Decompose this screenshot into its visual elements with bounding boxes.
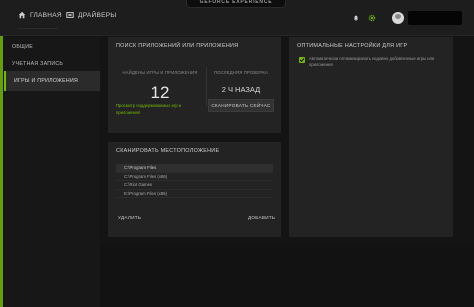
settings-sidebar: ОБЩИЕ УЧЕТНАЯ ЗАПИСЬ ИГРЫ И ПРИЛОЖЕНИЯ (4, 37, 100, 307)
path-list: C:\Program Files C:\Program Files (x86) … (116, 164, 273, 199)
nav-home[interactable]: ГЛАВНАЯ (18, 11, 62, 19)
last-scan-label: ПОСЛЕДНЯЯ ПРОВЕРКА (214, 70, 268, 75)
sidebar-item-label: УЧЕТНАЯ ЗАПИСЬ (12, 61, 64, 67)
remove-location-button[interactable]: УДАЛИТЬ (118, 215, 141, 220)
optimal-settings-card: ОПТИМАЛЬНЫЕ НАСТРОЙКИ ДЛЯ ИГР Автоматиче… (289, 37, 453, 237)
found-count: 12 (150, 83, 170, 102)
brand-logo: GEFORCE EXPERIENCE (186, 0, 286, 8)
last-scan-value: 2 Ч НАЗАД (221, 85, 261, 94)
divider (206, 67, 207, 107)
username-redacted[interactable] (408, 11, 462, 25)
scan-apps-card: ПОИСК ПРИЛОЖЕНИЙ ИЛИ ПРИЛОЖЕНИЯ НАЙДЕНЫ … (108, 37, 281, 133)
path-item[interactable]: C:\Program Files (116, 164, 273, 173)
path-item[interactable]: E:\Program Files (x86) (116, 190, 273, 199)
scan-now-button[interactable]: СКАНИРОВАТЬ СЕЙЧАС (208, 99, 274, 112)
gear-icon[interactable] (368, 14, 376, 22)
nav-underline (18, 28, 58, 29)
scan-location-card: СКАНИРОВАТЬ МЕСТОПОЛОЖЕНИЕ C:\Program Fi… (108, 142, 281, 237)
sidebar-item-games-apps[interactable]: ИГРЫ И ПРИЛОЖЕНИЯ (4, 71, 100, 91)
nav-drivers[interactable]: ДРАЙВЕРЫ (66, 11, 116, 19)
accent-stripe (0, 0, 3, 307)
scan-card-title: ПОИСК ПРИЛОЖЕНИЙ ИЛИ ПРИЛОЖЕНИЯ (116, 43, 239, 49)
path-item[interactable]: C:\Riot Games (116, 181, 273, 190)
found-label: НАЙДЕНЫ ИГРЫ И ПРИЛОЖЕНИЯ (122, 70, 198, 75)
optimal-card-title: ОПТИМАЛЬНЫЕ НАСТРОЙКИ ДЛЯ ИГР (297, 43, 408, 49)
supported-games-link[interactable]: Просмотр поддерживаемых игр и приложений (116, 103, 202, 116)
auto-optimize-label: Автоматически оптимизировать недавно доб… (309, 56, 435, 67)
top-bar: ГЛАВНАЯ ДРАЙВЕРЫ GEFORCE EXPERIENCE (0, 0, 474, 36)
location-card-title: СКАНИРОВАТЬ МЕСТОПОЛОЖЕНИЕ (116, 148, 220, 154)
bell-icon[interactable] (353, 15, 359, 21)
add-location-button[interactable]: ДОБАВИТЬ (248, 215, 275, 220)
drivers-icon (66, 12, 74, 18)
nav-drivers-label: ДРАЙВЕРЫ (78, 11, 117, 19)
auto-optimize-checkbox[interactable] (299, 57, 305, 63)
path-item[interactable]: C:\Program Files (x86) (116, 173, 273, 182)
content-background (100, 245, 474, 307)
sidebar-item-label: ИГРЫ И ПРИЛОЖЕНИЯ (14, 78, 79, 84)
checkmark-icon (299, 58, 305, 63)
home-icon (18, 11, 26, 19)
nav-home-label: ГЛАВНАЯ (30, 11, 62, 19)
sidebar-item-label: ОБЩИЕ (12, 44, 33, 50)
user-avatar[interactable] (392, 12, 404, 24)
